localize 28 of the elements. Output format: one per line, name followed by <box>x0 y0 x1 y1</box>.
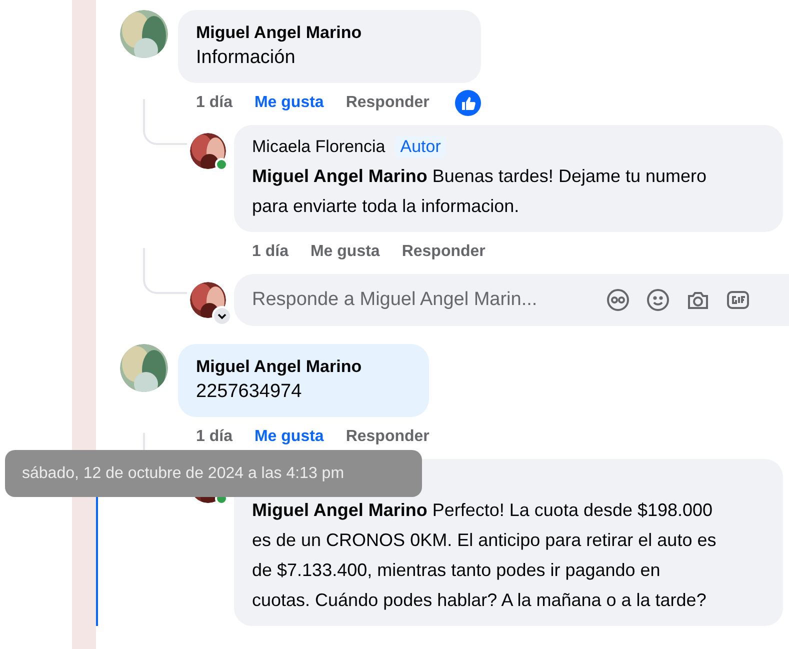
thread-line <box>143 99 187 145</box>
chevron-down-icon[interactable] <box>212 306 232 326</box>
author-name[interactable]: Miguel Angel Marino <box>196 355 412 379</box>
like-link[interactable]: Me gusta <box>254 94 324 112</box>
avatar[interactable] <box>190 133 226 169</box>
reply-link[interactable]: Responder <box>402 243 486 261</box>
comment-text: Miguel Angel Marino Buenas tardes! Dejame tu numero para enviarte toda la informacion. <box>252 165 708 218</box>
gif-icon[interactable] <box>726 288 750 312</box>
reply-link[interactable]: Responder <box>346 94 430 112</box>
timestamp-tooltip: sábado, 12 de octubre de 2024 a las 4:13 pm <box>5 450 422 497</box>
emoji-icon[interactable] <box>646 288 670 312</box>
like-link[interactable]: Me gusta <box>310 243 380 261</box>
comment-text: Información <box>196 46 296 70</box>
thumbs-up-icon[interactable] <box>455 90 482 116</box>
comment-text: 2257634974 <box>196 380 303 404</box>
thread-line <box>143 248 187 294</box>
reply-link[interactable]: Responder <box>346 428 430 446</box>
comment-time[interactable]: 1 día <box>196 94 232 112</box>
comment-time[interactable]: 1 día <box>196 428 232 446</box>
author-name[interactable]: Miguel Angel Marino <box>196 21 464 45</box>
reply-field[interactable]: Responde a Miguel Angel Marin... <box>234 274 789 326</box>
comment-text: Miguel Angel Marino Perfecto! La cuota desde $198.000 es de un CRONOS 0KM. El anticipo para retirar el auto es de $7.133.400, mientras tanto podes ir pagando en cuotas. Cuándo podes hablar? A la mañana o a la tarde? <box>252 499 718 612</box>
like-link[interactable]: Me gusta <box>254 428 324 446</box>
author-badge: Autor <box>395 136 446 158</box>
avatar-sticker-icon[interactable] <box>606 288 630 312</box>
comment-time[interactable]: 1 día <box>252 243 288 261</box>
avatar[interactable] <box>190 282 226 318</box>
author-name[interactable]: Micaela Florencia <box>252 135 386 159</box>
